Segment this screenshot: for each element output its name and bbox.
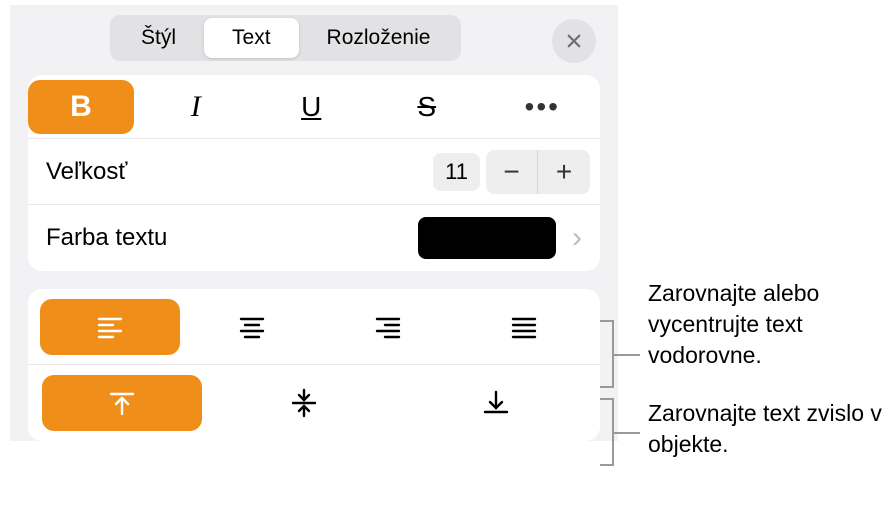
- valign-top-icon: [107, 388, 137, 418]
- align-justify-icon: [509, 312, 539, 342]
- bold-icon: B: [70, 90, 92, 124]
- bracket-vertical: [600, 398, 614, 466]
- align-justify-button[interactable]: [460, 299, 588, 355]
- size-decrement[interactable]: −: [486, 150, 538, 194]
- tab-layout[interactable]: Rozloženie: [299, 18, 459, 58]
- valign-bottom-button[interactable]: [406, 375, 586, 431]
- italic-icon: I: [191, 90, 201, 124]
- valign-bottom-icon: [481, 388, 511, 418]
- bold-button[interactable]: B: [28, 80, 134, 134]
- align-right-button[interactable]: [324, 299, 452, 355]
- more-icon: •••: [525, 91, 560, 123]
- underline-icon: U: [301, 91, 321, 123]
- text-color-row[interactable]: Farba textu ›: [28, 205, 600, 271]
- alignment-section: [28, 289, 600, 441]
- valign-middle-button[interactable]: [214, 375, 394, 431]
- size-increment[interactable]: +: [538, 150, 590, 194]
- tab-text[interactable]: Text: [204, 18, 299, 58]
- bracket-horizontal: [600, 320, 614, 388]
- align-center-icon: [237, 312, 267, 342]
- format-row: B I U S •••: [28, 75, 600, 139]
- segmented-control: Štýl Text Rozloženie: [110, 15, 461, 61]
- text-color-label: Farba textu: [46, 224, 418, 252]
- callout-vertical-align: Zarovnajte text zvislo v objekte.: [648, 398, 883, 460]
- tab-bar: Štýl Text Rozloženie: [10, 5, 618, 75]
- strikethrough-button[interactable]: S: [369, 75, 485, 138]
- vertical-alignment-row: [28, 365, 600, 441]
- size-value[interactable]: 11: [433, 153, 480, 191]
- size-label: Veľkosť: [46, 158, 433, 186]
- text-style-section: B I U S ••• Veľkosť 11 − + Farba textu ›: [28, 75, 600, 271]
- align-center-button[interactable]: [188, 299, 316, 355]
- underline-button[interactable]: U: [254, 75, 370, 138]
- horizontal-alignment-row: [28, 289, 600, 365]
- format-panel: Štýl Text Rozloženie B I U S ••• Veľkosť…: [10, 5, 618, 441]
- close-button[interactable]: [552, 19, 596, 63]
- more-button[interactable]: •••: [485, 75, 601, 138]
- close-icon: [565, 32, 583, 50]
- align-left-button[interactable]: [40, 299, 180, 355]
- valign-top-button[interactable]: [42, 375, 202, 431]
- align-left-icon: [95, 312, 125, 342]
- text-color-swatch[interactable]: [418, 217, 556, 259]
- tab-style[interactable]: Štýl: [113, 18, 204, 58]
- align-right-icon: [373, 312, 403, 342]
- size-row: Veľkosť 11 − +: [28, 139, 600, 205]
- italic-button[interactable]: I: [138, 75, 254, 138]
- valign-middle-icon: [289, 388, 319, 418]
- strikethrough-icon: S: [417, 91, 436, 123]
- size-stepper: − +: [486, 150, 590, 194]
- size-control: 11 − +: [433, 150, 590, 194]
- chevron-right-icon: ›: [556, 221, 600, 255]
- callout-horizontal-align: Zarovnajte alebo vycentrujte text vodoro…: [648, 278, 883, 371]
